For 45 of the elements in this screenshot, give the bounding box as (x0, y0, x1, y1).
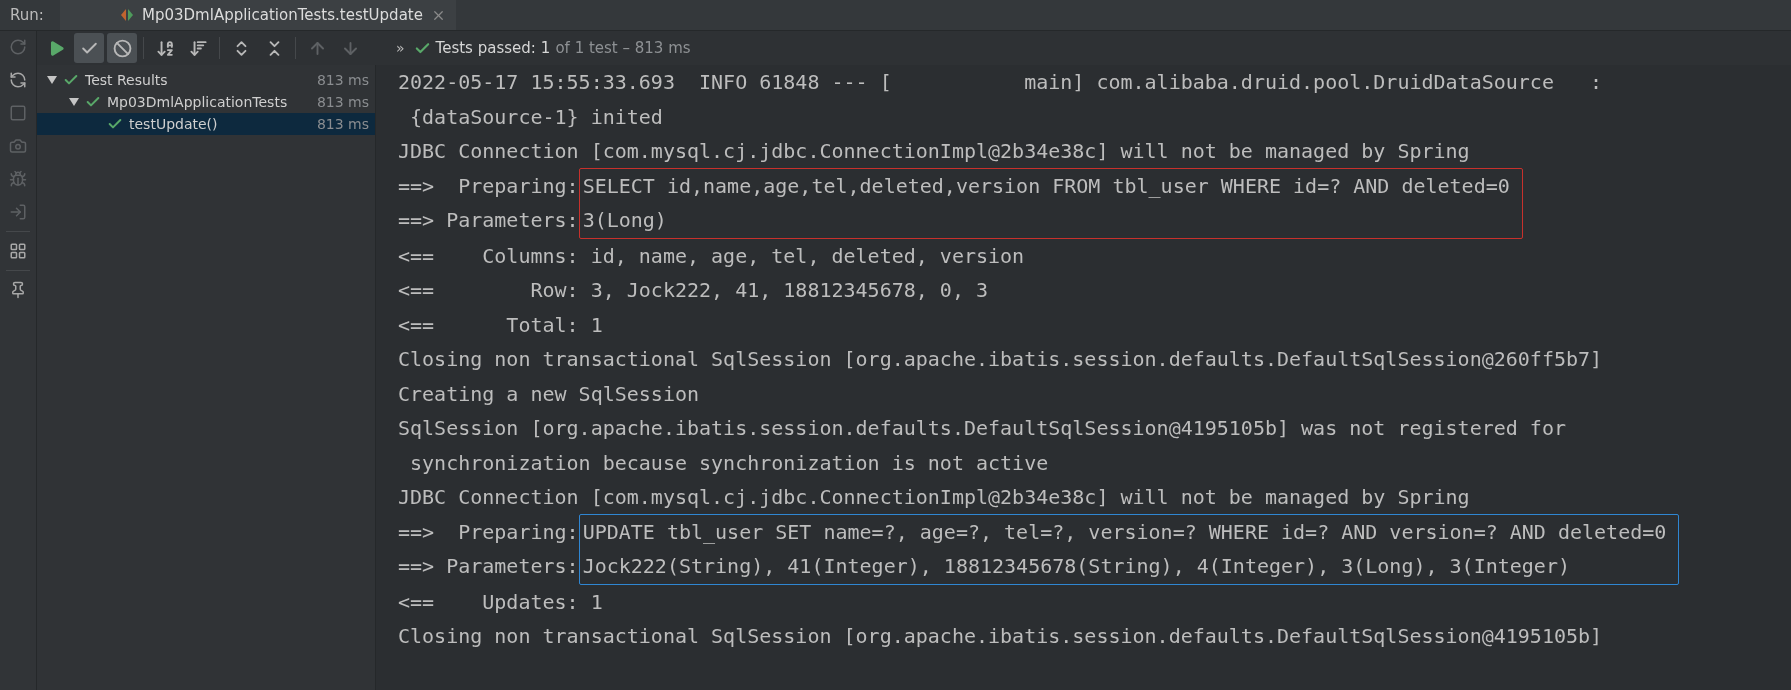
toolbar-button[interactable] (107, 33, 137, 63)
console-line: JDBC Connection [com.mysql.cj.jdbc.ConnectionImpl@2b34e38c] will not be managed by Spring (398, 485, 1470, 509)
test-name: Test Results (85, 72, 169, 88)
test-duration: 813 ms (316, 116, 369, 132)
tree-row[interactable]: testUpdate() 813 ms (37, 113, 375, 135)
console-line: Creating a new SqlSession (398, 381, 700, 406)
sort-icon (188, 38, 208, 58)
console-line: <== Updates: 1 (398, 589, 603, 614)
log-prefix: ==> Parameters: (398, 554, 579, 578)
run-tab[interactable]: Mp03DmlApplicationTests.testUpdate (60, 0, 456, 30)
sql-text: UPDATE tbl_user SET name=?, age=?, tel=?, version=? WHERE id=? AND version=? AND deleted=0 (582, 519, 1667, 544)
console-line: <== Columns: id, name, age, tel, deleted, version (398, 243, 1025, 268)
console-line: 2022-05-17 15:55:33.693 INFO 61848 --- [ main] com.alibaba.druid.pool.DruidDataSource : (398, 70, 1603, 94)
tree-row[interactable]: Test Results 813 ms (37, 69, 375, 91)
toolbar-button[interactable] (74, 33, 104, 63)
console-line: JDBC Connection [com.mysql.cj.jdbc.ConnectionImpl@2b34e38c] will not be managed by Spring (398, 139, 1470, 163)
console-line: <== Total: 1 (398, 312, 603, 337)
layout-icon[interactable] (9, 242, 27, 260)
console-line: {dataSource-1} inited (409, 104, 663, 129)
prohibited-icon (112, 38, 132, 58)
test-duration: 813 ms (316, 72, 369, 88)
test-name: testUpdate() (129, 116, 219, 132)
console-line: Closing non transactional SqlSession [org.apache.ibatis.session.defaults.DefaultSqlSession@260ff5b7] (398, 347, 1603, 371)
run-label: Run: (9, 5, 45, 26)
status-label: Tests passed: (435, 39, 536, 57)
refresh-icon[interactable] (9, 71, 27, 89)
sql-text: 3(Long) (582, 208, 667, 232)
console-line: Closing non transactional SqlSession [org.apache.ibatis.session.defaults.DefaultSqlSession@4195105b] (398, 624, 1603, 648)
test-duration: 813 ms (316, 94, 369, 110)
console-line: <== Row: 3, Jock222, 41, 18812345678, 0, 3 (398, 278, 988, 302)
log-prefix: ==> Preparing: (398, 173, 579, 198)
log-prefix: ==> Preparing: (398, 519, 579, 544)
console-line: SqlSession [org.apache.ibatis.session.defaults.DefaultSqlSession@4195105b] was not registered for (398, 416, 1566, 440)
more-button[interactable]: » (396, 40, 405, 56)
console-line: synchronization because synchronization is not active (409, 450, 1049, 475)
status-detail: of 1 test – 813 ms (555, 39, 691, 57)
sql-text: SELECT id,name,age,tel,deleted,version FROM tbl_user WHERE id=? AND deleted=0 (582, 173, 1510, 198)
sort-alphabetical-icon (155, 38, 175, 58)
expand-caret-icon[interactable] (47, 76, 57, 84)
test-name: Mp03DmlApplicationTests (107, 94, 289, 110)
status-count: 1 (540, 39, 551, 57)
log-prefix: ==> Parameters: (398, 208, 579, 232)
sql-text: Jock222(String), 41(Integer), 18812345678(String), 4(Integer), 3(Long), 3(Integer) (582, 554, 1570, 578)
test-config-icon (120, 8, 134, 22)
pin-icon[interactable] (9, 281, 27, 299)
